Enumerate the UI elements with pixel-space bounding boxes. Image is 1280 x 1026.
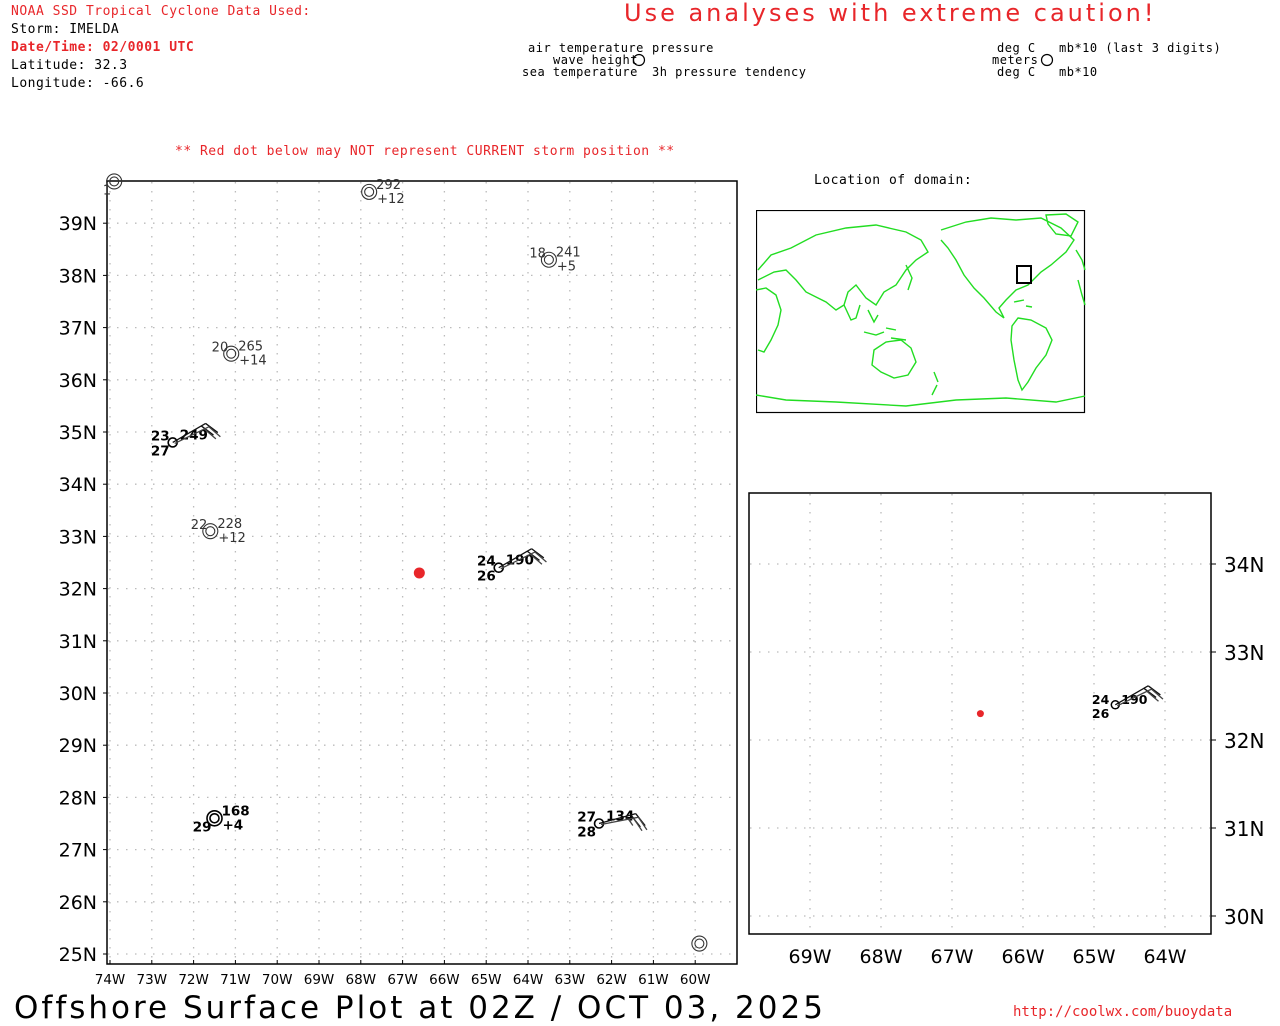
zoom-lon-label: 67W [931, 946, 974, 968]
zoom-lon-label: 68W [860, 946, 903, 968]
station-air-temp: 24 [1092, 692, 1110, 707]
zoom-lat-label: 32N [1224, 729, 1264, 753]
zoom-lon-label: 64W [1144, 946, 1187, 968]
zoom-lon-label: 66W [1002, 946, 1045, 968]
zoom-lon-label: 65W [1073, 946, 1116, 968]
zoom-map-lon-labels: 69W 68W 67W 66W 65W 64W [789, 946, 1187, 968]
zoom-map-storm [976, 710, 984, 718]
zoom-lat-label: 31N [1224, 817, 1264, 841]
station-sea-temp: 26 [1092, 706, 1110, 721]
source-url[interactable]: http://coolwx.com/buoydata [1013, 1004, 1232, 1020]
zoom-lat-label: 33N [1224, 641, 1264, 665]
zoom-map: 69W 68W 67W 66W 65W 64W 30N 31N 32N 33N 34N 24261… [748, 492, 1264, 968]
zoom-map-stations: 2426190 [1092, 685, 1164, 721]
storm-position-dot[interactable] [976, 710, 984, 718]
zoom-lon-label: 69W [789, 946, 832, 968]
zoom-lat-label: 30N [1224, 905, 1264, 929]
zoom-lat-label: 34N [1224, 553, 1264, 577]
plot-title: Offshore Surface Plot at 02Z / OCT 03, 2… [14, 990, 826, 1026]
zoom-map-lat-labels: 30N 31N 32N 33N 34N [1224, 553, 1264, 929]
zoom-station-model[interactable]: 2426190 [1092, 692, 1148, 721]
